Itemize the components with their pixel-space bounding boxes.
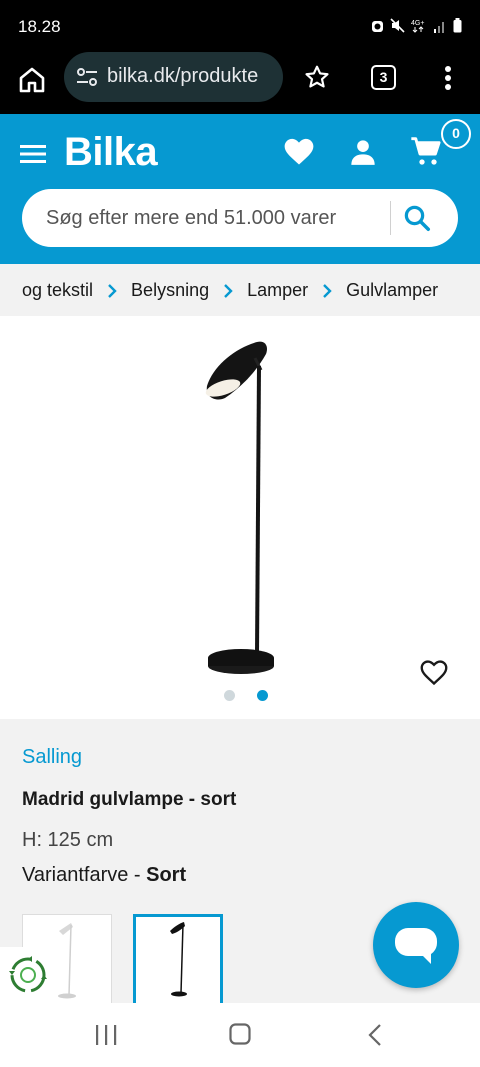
- search-divider: [390, 201, 391, 235]
- breadcrumb-item[interactable]: Belysning: [131, 280, 209, 301]
- status-bar: 18.28 4G+: [0, 0, 480, 52]
- system-nav-bar: [0, 1003, 480, 1067]
- chat-icon: [395, 928, 437, 964]
- hamburger-icon: [20, 145, 46, 163]
- home-icon: [19, 67, 45, 93]
- tabs-button[interactable]: 3: [371, 65, 396, 90]
- product-info: Salling Madrid gulvlampe - sort H: 125 c…: [0, 719, 480, 1006]
- breadcrumb-item[interactable]: og tekstil: [22, 280, 93, 301]
- search-box: [22, 189, 458, 247]
- variant-thumbnail-black[interactable]: [133, 914, 223, 1006]
- recent-apps-button[interactable]: [94, 1024, 118, 1051]
- home-square-icon: [229, 1023, 251, 1045]
- cart-icon: [411, 137, 441, 165]
- heart-icon: [284, 138, 314, 165]
- status-time: 18.28: [18, 17, 61, 36]
- mute-icon: [390, 18, 405, 33]
- browser-home-button[interactable]: [16, 64, 48, 96]
- breadcrumb: og tekstil Belysning Lamper Gulvlamper: [0, 264, 480, 316]
- product-height: H: 125 cm: [22, 829, 114, 851]
- svg-text:4G+: 4G+: [411, 20, 424, 27]
- heart-outline-icon: [420, 660, 448, 686]
- recent-apps-icon: [96, 1025, 117, 1045]
- variant-label: Variantfarve -: [22, 864, 147, 886]
- signal-icon: [434, 21, 444, 33]
- black-lamp-thumbnail: [170, 922, 187, 997]
- carousel-dot-active[interactable]: [257, 690, 268, 701]
- more-vert-icon: [445, 66, 451, 90]
- site-settings-icon[interactable]: [76, 66, 98, 88]
- network-4g-icon: 4G+: [411, 20, 424, 33]
- breadcrumb-item[interactable]: Lamper: [247, 280, 308, 301]
- bookmark-button[interactable]: [304, 64, 330, 95]
- variant-value: Sort: [146, 864, 187, 886]
- battery-icon: [453, 18, 462, 33]
- address-bar[interactable]: bilka.dk/produkte: [64, 52, 283, 102]
- browser-menu-button[interactable]: [438, 64, 458, 97]
- user-icon: [351, 140, 375, 165]
- url-text[interactable]: bilka.dk/produkte: [107, 65, 258, 88]
- carousel-dots: [224, 690, 268, 701]
- site-header: Bilka 0: [0, 114, 480, 264]
- star-icon: [305, 65, 329, 88]
- bilka-logo[interactable]: Bilka: [64, 130, 158, 175]
- cart-count-badge[interactable]: 0: [441, 119, 471, 149]
- system-home-button[interactable]: [229, 1023, 251, 1050]
- floor-lamp-image[interactable]: [195, 336, 285, 676]
- search-button[interactable]: [402, 203, 432, 238]
- system-back-button[interactable]: [366, 1023, 384, 1052]
- favorites-button[interactable]: [284, 138, 314, 171]
- product-gallery[interactable]: [0, 316, 480, 719]
- chevron-right-icon: [224, 283, 233, 298]
- product-brand[interactable]: Salling: [22, 746, 82, 769]
- sustainability-badge[interactable]: [0, 947, 56, 1003]
- recycle-icon: [9, 956, 47, 993]
- menu-button[interactable]: [20, 144, 46, 169]
- variant-color: Variantfarve - Sort: [22, 864, 186, 887]
- breadcrumb-item[interactable]: Gulvlamper: [346, 280, 438, 301]
- chat-button[interactable]: [373, 902, 459, 988]
- back-icon: [368, 1024, 381, 1046]
- chevron-right-icon: [323, 283, 332, 298]
- browser-toolbar: bilka.dk/produkte 3: [0, 52, 480, 114]
- search-input[interactable]: [46, 197, 386, 239]
- wishlist-button[interactable]: [420, 660, 448, 691]
- account-button[interactable]: [349, 138, 377, 171]
- search-icon: [404, 205, 430, 231]
- chevron-right-icon: [108, 283, 117, 298]
- status-icons: 4G+: [371, 18, 462, 33]
- product-title: Madrid gulvlampe - sort: [22, 789, 237, 810]
- alarm-icon: [372, 21, 383, 32]
- carousel-dot[interactable]: [224, 690, 235, 701]
- cart-button[interactable]: [410, 136, 442, 173]
